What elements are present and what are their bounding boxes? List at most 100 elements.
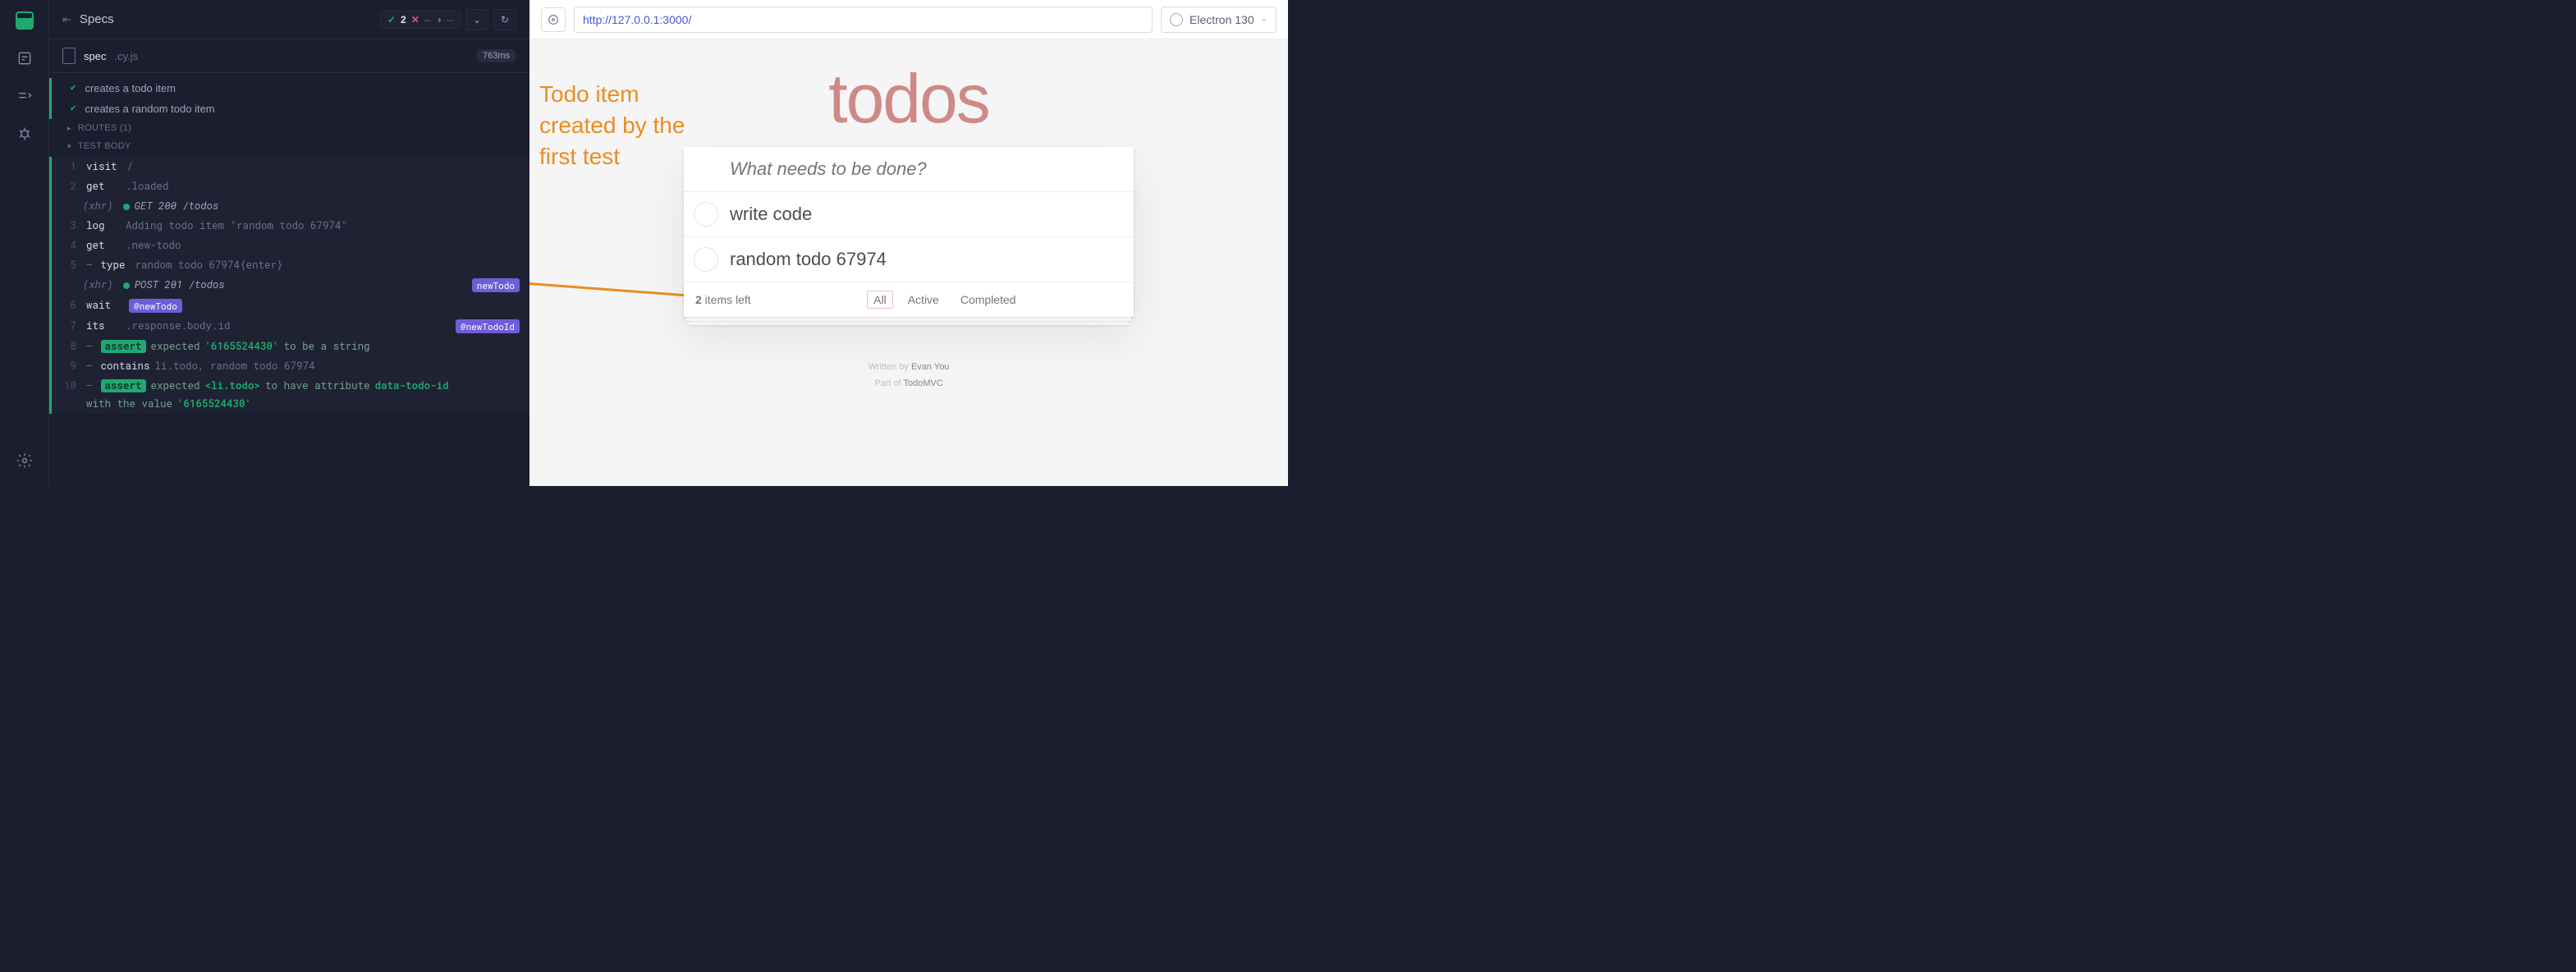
cmd-row[interactable]: 5 –type random todo 67974{enter} bbox=[52, 255, 529, 275]
spec-file-name: spec bbox=[84, 50, 106, 62]
xhr-label: (xhr) bbox=[83, 278, 113, 291]
assert-row[interactable]: 10 – assert expected <li.todo> to have a… bbox=[52, 376, 529, 414]
cmd-args: random todo 67974{enter} bbox=[135, 259, 283, 272]
todo-card: write code random todo 67974 2 items lef… bbox=[684, 147, 1134, 317]
cmd-row[interactable]: 6 wait @newTodo bbox=[52, 296, 529, 316]
pass-count: 2 bbox=[401, 14, 406, 25]
todo-toggle[interactable] bbox=[694, 247, 718, 272]
cmd-args: .response.body.id bbox=[126, 319, 231, 332]
url-input[interactable] bbox=[574, 7, 1153, 33]
check-icon: ✔ bbox=[70, 104, 76, 113]
cmd-args: li.todo, random todo 67974 bbox=[155, 360, 315, 373]
test-title: creates a todo item bbox=[85, 82, 176, 94]
selector-playground-button[interactable] bbox=[541, 7, 566, 32]
todo-label: write code bbox=[730, 204, 812, 224]
cmd-args: Adding todo item "random todo 67974" bbox=[126, 219, 347, 232]
status-ok-icon bbox=[123, 204, 130, 210]
pending-icon: ◑ bbox=[436, 14, 442, 25]
chevron-right-icon: ▸ bbox=[67, 124, 71, 133]
routes-section[interactable]: ▸ ROUTES (1) bbox=[49, 119, 529, 137]
filter-all[interactable]: All bbox=[867, 291, 893, 309]
spec-file-ext: .cy.js bbox=[114, 50, 138, 62]
test-title: creates a random todo item bbox=[85, 103, 214, 115]
todo-item[interactable]: write code bbox=[684, 192, 1134, 237]
routes-label: ROUTES (1) bbox=[78, 123, 131, 133]
xhr-row[interactable]: (xhr) GET 200 /todos bbox=[52, 196, 529, 216]
assert-word: with the value bbox=[86, 397, 172, 410]
todo-list: write code random todo 67974 bbox=[684, 192, 1134, 282]
reporter-header: ⇤ Specs ✓ 2 ✕ -- ◑ -- ⌄ ↻ bbox=[49, 0, 529, 39]
cmd-row[interactable]: 3 log Adding todo item "random todo 6797… bbox=[52, 216, 529, 236]
line-number: 7 bbox=[58, 319, 76, 332]
cypress-logo-icon bbox=[16, 11, 34, 30]
alias-pill: newTodo bbox=[472, 278, 520, 292]
todo-item[interactable]: random todo 67974 bbox=[684, 237, 1134, 282]
cmd-row[interactable]: 7 its .response.body.id @newTodoId bbox=[52, 316, 529, 337]
line-number: 1 bbox=[58, 160, 76, 173]
assert-value: '6165524430' bbox=[177, 397, 251, 410]
assert-pill: assert bbox=[101, 379, 146, 392]
todo-toggle[interactable] bbox=[694, 202, 718, 227]
line-number: 2 bbox=[58, 180, 76, 193]
chevron-down-icon: ⌄ bbox=[1261, 15, 1267, 24]
line-number: 5 bbox=[58, 259, 76, 272]
cmd-row[interactable]: 4 get .new-todo bbox=[52, 236, 529, 255]
fail-icon: ✕ bbox=[411, 14, 419, 25]
xhr-text: POST 201 /todos bbox=[135, 278, 225, 291]
browser-label: Electron 130 bbox=[1189, 13, 1254, 26]
filters: All Active Completed bbox=[867, 291, 1022, 309]
specs-title: Specs bbox=[80, 12, 114, 26]
xhr-row[interactable]: (xhr) POST 201 /todos newTodo bbox=[52, 275, 529, 296]
test-row[interactable]: ✔ creates a todo item bbox=[49, 78, 529, 99]
xhr-text: GET 200 /todos bbox=[135, 199, 219, 213]
reload-button[interactable]: ↻ bbox=[493, 9, 516, 30]
todo-label: random todo 67974 bbox=[730, 249, 887, 269]
cmd-args: .loaded bbox=[126, 180, 169, 193]
aut-panel: Electron 130 ⌄ Todo item created by the … bbox=[529, 0, 1288, 486]
cmd-row[interactable]: 9 –contains li.todo, random todo 67974 bbox=[52, 356, 529, 376]
chevron-down-icon: ▾ bbox=[67, 142, 71, 151]
assert-word: to have attribute bbox=[265, 379, 370, 392]
assert-el: <li.todo> bbox=[205, 379, 261, 392]
specs-icon[interactable] bbox=[16, 49, 34, 67]
test-row[interactable]: ✔ creates a random todo item bbox=[49, 99, 529, 119]
fail-count: -- bbox=[424, 14, 431, 25]
runs-icon[interactable] bbox=[16, 87, 34, 105]
filter-active[interactable]: Active bbox=[901, 291, 946, 309]
filter-completed[interactable]: Completed bbox=[954, 291, 1023, 309]
line-number: 10 bbox=[58, 379, 76, 392]
pass-icon: ✓ bbox=[387, 14, 396, 25]
debug-icon[interactable] bbox=[16, 125, 34, 143]
pending-count: -- bbox=[447, 14, 453, 25]
cmd-name: wait bbox=[86, 299, 116, 312]
cmd-name: type bbox=[101, 259, 131, 272]
cmd-name: get bbox=[86, 239, 116, 252]
run-stats: ✓ 2 ✕ -- ◑ -- bbox=[380, 11, 461, 29]
cmd-row[interactable]: 1 visit / bbox=[52, 157, 529, 177]
todoapp-title: todos bbox=[684, 59, 1134, 139]
status-ok-icon bbox=[123, 282, 130, 289]
assert-value: data-todo-id bbox=[375, 379, 449, 392]
assert-word: expected bbox=[151, 379, 200, 392]
browser-select[interactable]: Electron 130 ⌄ bbox=[1161, 7, 1277, 33]
cmd-args: / bbox=[127, 160, 134, 173]
cmd-name: contains bbox=[101, 360, 150, 373]
settings-icon[interactable] bbox=[16, 452, 34, 470]
assert-word: expected bbox=[151, 340, 200, 353]
test-body-label: TEST BODY bbox=[78, 141, 131, 151]
reporter-panel: ⇤ Specs ✓ 2 ✕ -- ◑ -- ⌄ ↻ spec.cy.js 763… bbox=[49, 0, 529, 486]
assert-row[interactable]: 8 – assert expected '6165524430' to be a… bbox=[52, 337, 529, 356]
options-button[interactable]: ⌄ bbox=[465, 9, 488, 30]
xhr-label: (xhr) bbox=[83, 199, 113, 213]
cmd-row[interactable]: 2 get .loaded bbox=[52, 177, 529, 196]
spec-file-row[interactable]: spec.cy.js 763ms bbox=[49, 39, 529, 73]
credits: Written by Evan You Part of TodoMVC bbox=[684, 360, 1134, 392]
line-number: 9 bbox=[58, 360, 76, 373]
file-icon bbox=[62, 48, 76, 64]
assert-word: to be a string bbox=[284, 340, 370, 353]
alias-pill: @newTodoId bbox=[456, 319, 520, 333]
new-todo-input[interactable] bbox=[684, 147, 1134, 192]
collapse-icon[interactable]: ⇤ bbox=[62, 13, 71, 26]
cmd-args: .new-todo bbox=[126, 239, 181, 252]
test-body-section[interactable]: ▾ TEST BODY bbox=[49, 137, 529, 155]
